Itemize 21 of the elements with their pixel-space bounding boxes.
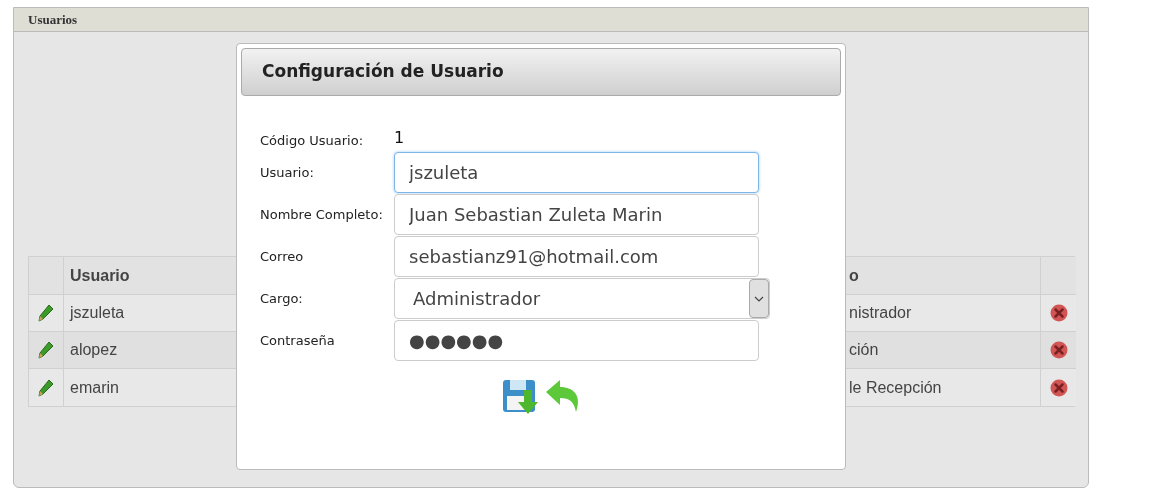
code-value: 1	[394, 127, 405, 149]
pencil-icon[interactable]	[38, 341, 54, 359]
input-field[interactable]: sebastianz91@hotmail.com	[394, 236, 759, 277]
field-label: Cargo:	[260, 289, 304, 308]
header-cell: Usuario	[64, 257, 237, 295]
delete-icon[interactable]	[1049, 378, 1068, 397]
delete-icon[interactable]	[1049, 341, 1068, 359]
delete-icon[interactable]	[1049, 304, 1068, 322]
table-cell: alopez	[64, 332, 237, 369]
panel-title: Usuarios	[28, 10, 78, 29]
field-label: Nombre Completo:	[260, 205, 384, 224]
input-field[interactable]: jszuleta	[394, 152, 759, 193]
role-select[interactable]: Administrador	[394, 278, 770, 319]
dialog-title: Configuración de Usuario	[262, 60, 504, 84]
field-label: Usuario:	[260, 163, 315, 182]
code-label: Código Usuario:	[260, 131, 365, 150]
pencil-icon[interactable]	[38, 378, 54, 397]
pencil-icon[interactable]	[38, 304, 54, 322]
password-field[interactable]: ●●●●●●	[394, 320, 759, 361]
field-label: Correo	[260, 247, 305, 266]
field-label: Contraseña	[260, 331, 336, 350]
